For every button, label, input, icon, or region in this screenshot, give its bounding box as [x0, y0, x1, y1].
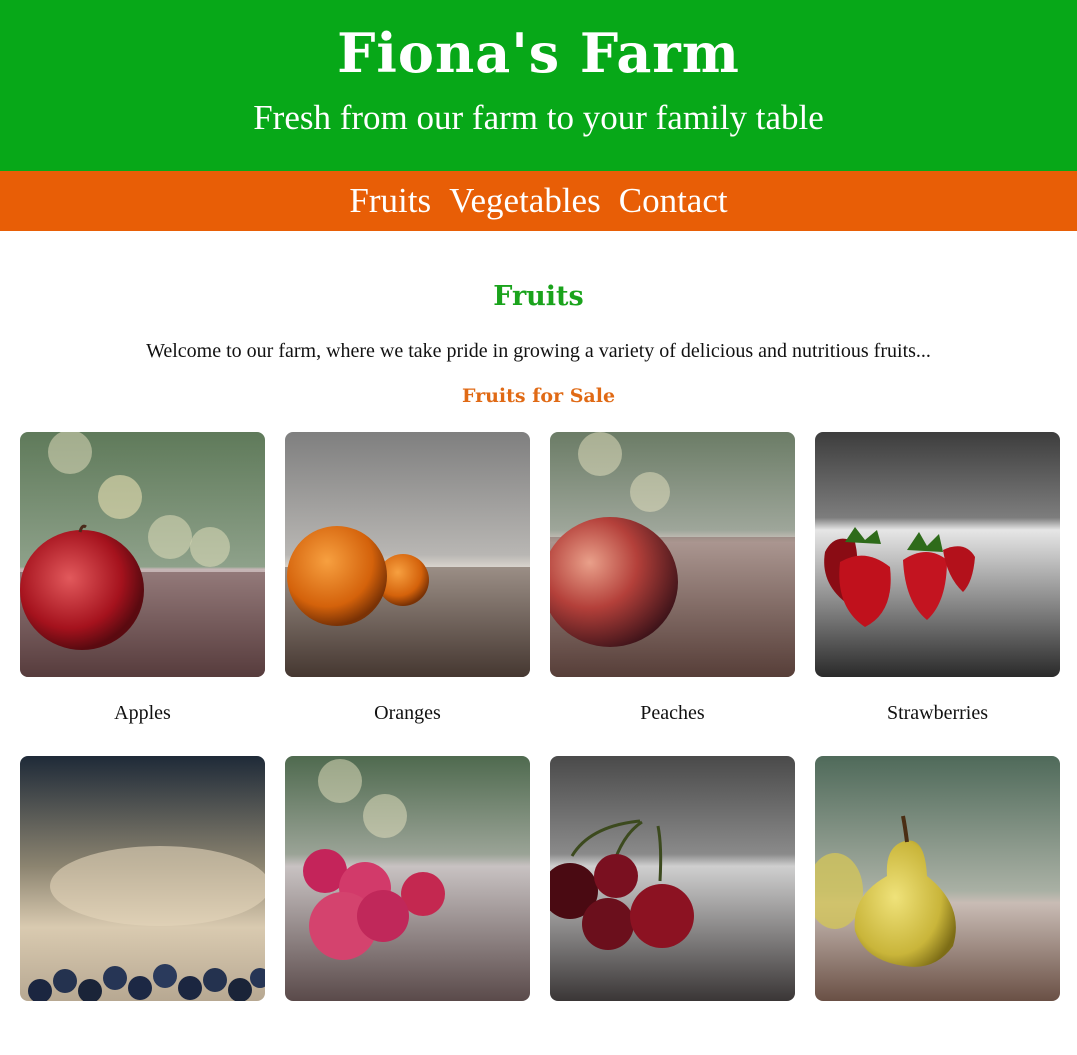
nav-link-contact[interactable]: Contact — [619, 181, 728, 221]
main-nav: Fruits Vegetables Contact — [0, 171, 1077, 231]
product-card[interactable]: Peaches — [550, 432, 795, 731]
product-photo-peaches[interactable] — [550, 432, 795, 677]
intro-text: Welcome to our farm, where we take pride… — [146, 340, 931, 362]
product-photo-oranges[interactable] — [285, 432, 530, 677]
product-photo-blueberries[interactable] — [20, 756, 265, 1001]
product-card[interactable] — [815, 756, 1060, 1055]
product-name: Oranges — [374, 702, 441, 724]
product-card[interactable]: Oranges — [285, 432, 530, 731]
product-grid: Apples Oranges Peaches Strawberries — [0, 432, 1077, 1055]
site-title: Fiona's Farm — [337, 21, 740, 85]
product-card[interactable] — [550, 756, 795, 1055]
site-tagline: Fresh from our farm to your family table — [253, 98, 824, 137]
product-name: Apples — [114, 702, 171, 724]
nav-link-fruits[interactable]: Fruits — [349, 181, 431, 221]
product-photo-cherries[interactable] — [550, 756, 795, 1001]
product-name — [815, 1025, 1060, 1055]
product-name: Peaches — [640, 702, 705, 724]
subsection-title: Fruits for Sale — [461, 385, 616, 407]
product-photo-pears[interactable] — [815, 756, 1060, 1001]
section-title: Fruits — [493, 281, 584, 312]
site-header: Fiona's Farm Fresh from our farm to your… — [0, 0, 1077, 171]
product-photo-strawberries[interactable] — [815, 432, 1060, 677]
product-card[interactable]: Apples — [20, 432, 265, 731]
product-photo-apples[interactable] — [20, 432, 265, 677]
product-card[interactable] — [285, 756, 530, 1055]
product-name: Strawberries — [886, 702, 989, 724]
product-photo-raspberries[interactable] — [285, 756, 530, 1001]
product-card[interactable]: Strawberries — [815, 432, 1060, 731]
product-name — [20, 1025, 265, 1055]
main-content: Fruits Welcome to our farm, where we tak… — [0, 281, 1077, 1055]
product-name — [550, 1025, 795, 1055]
product-name — [285, 1025, 530, 1055]
nav-link-vegetables[interactable]: Vegetables — [449, 181, 601, 221]
product-card[interactable] — [20, 756, 265, 1055]
